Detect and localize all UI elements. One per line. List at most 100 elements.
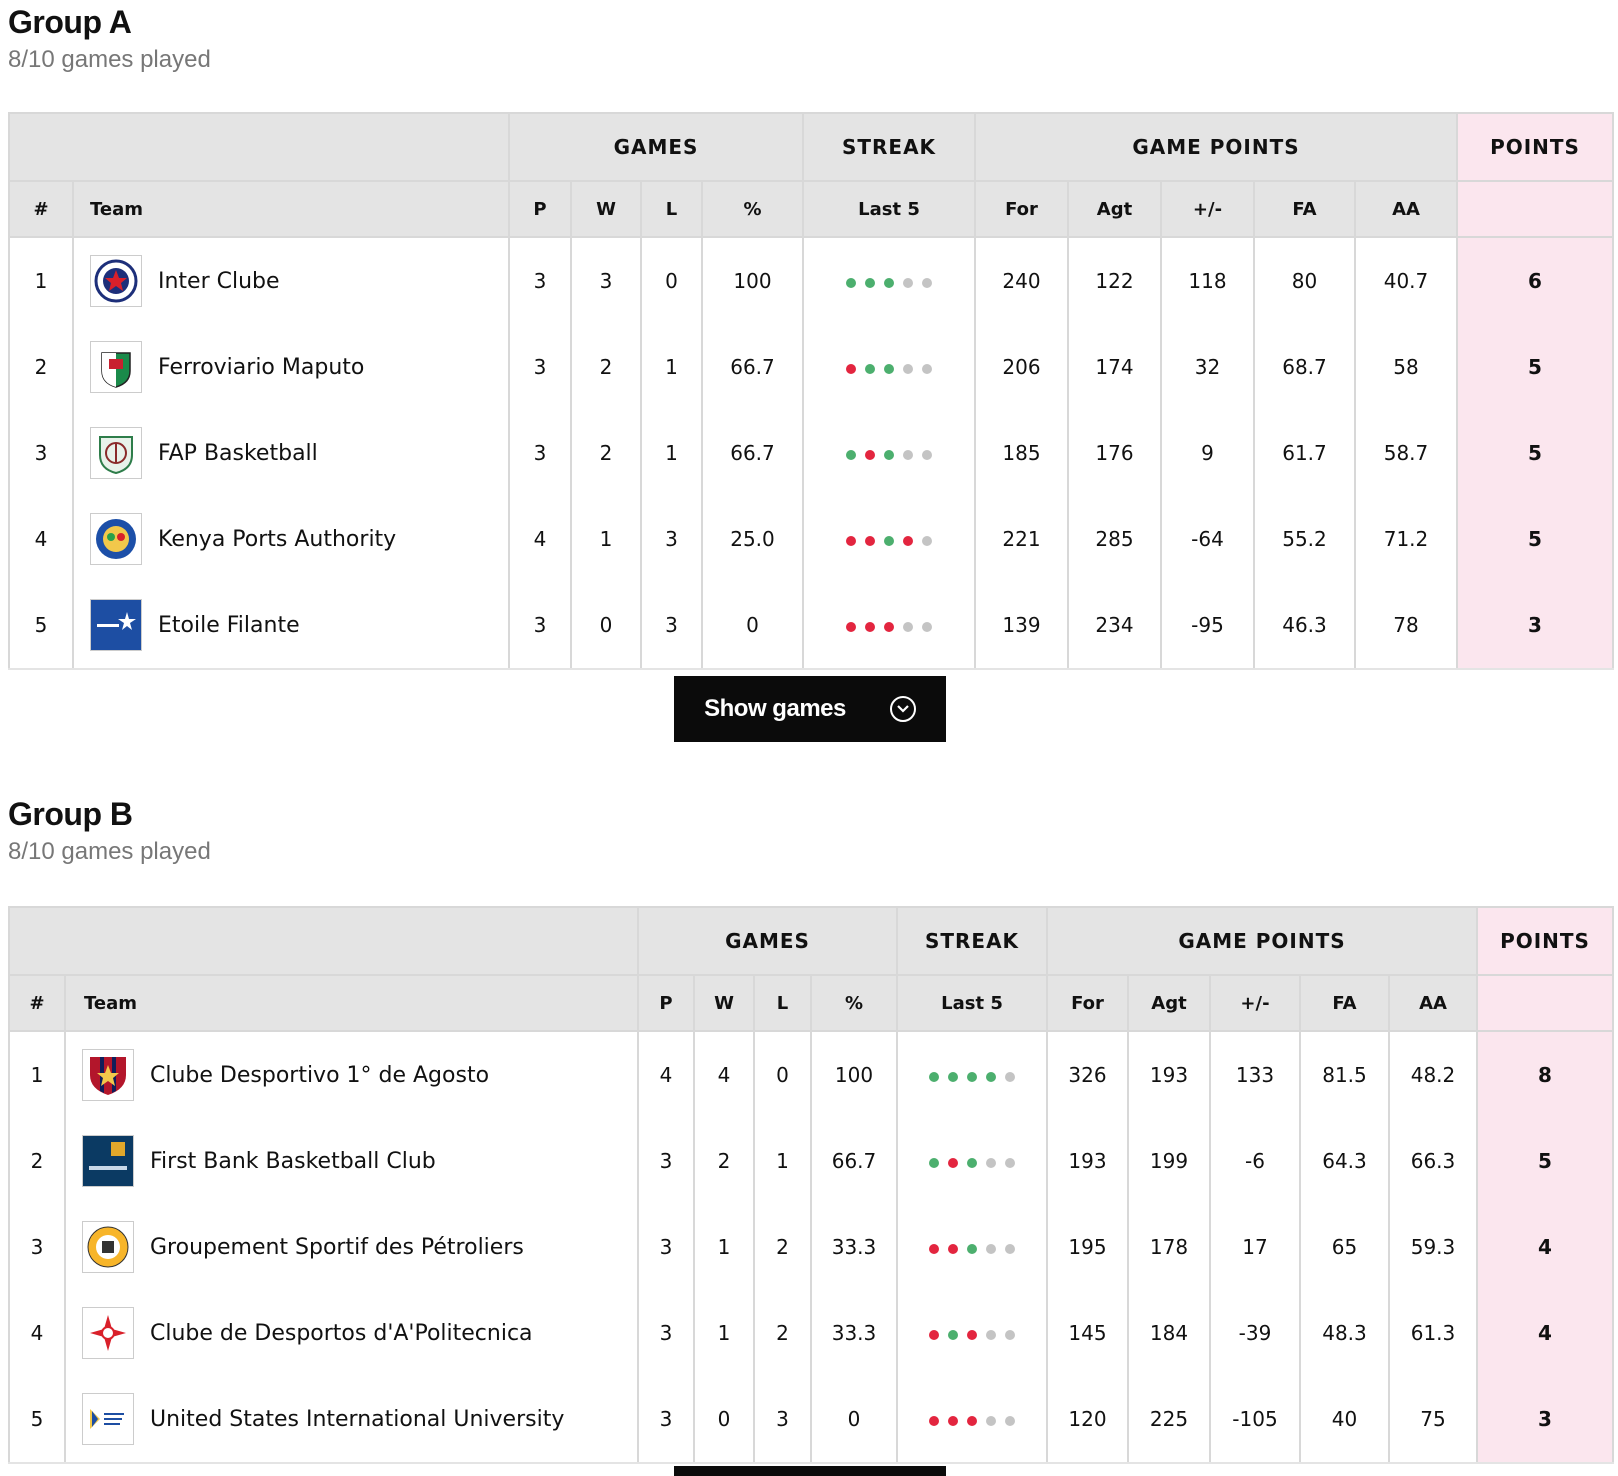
- team-info[interactable]: Clube de Desportos d'A'Politecnica: [66, 1307, 637, 1359]
- aa-cell: 59.3: [1387, 1204, 1479, 1290]
- rank-cell: 3: [8, 1204, 66, 1290]
- win-dot: [884, 450, 894, 460]
- team-cell[interactable]: Inter Clube: [72, 237, 510, 324]
- usiu-logo: [82, 1393, 134, 1445]
- win-dot: [929, 1158, 939, 1168]
- loss-dot: [967, 1330, 977, 1340]
- team-cell[interactable]: Clube Desportivo 1° de Agosto: [64, 1031, 639, 1118]
- fa-cell: 46.3: [1253, 582, 1356, 670]
- agt-cell: 174: [1067, 324, 1162, 410]
- team-info[interactable]: Ferroviario Maputo: [74, 341, 508, 393]
- loss-dot: [929, 1244, 939, 1254]
- loss-dot: [948, 1416, 958, 1426]
- team-name[interactable]: First Bank Basketball Club: [150, 1149, 436, 1174]
- team-info[interactable]: FAP Basketball: [74, 427, 508, 479]
- for-cell: 185: [974, 410, 1069, 496]
- team-cell[interactable]: FAP Basketball: [72, 410, 510, 496]
- against-column-header: Agt: [1127, 974, 1211, 1032]
- etoile-filante-logo: [90, 599, 142, 651]
- show-games-button-partial[interactable]: [674, 1466, 946, 1476]
- team-name[interactable]: FAP Basketball: [158, 441, 318, 466]
- team-info[interactable]: Groupement Sportif des Pétroliers: [66, 1221, 637, 1273]
- lost-column-header: L: [640, 180, 703, 238]
- points-column-header: [1456, 180, 1615, 238]
- last5-cell: [896, 1118, 1048, 1204]
- last5-column-header: Last 5: [802, 180, 976, 238]
- loss-dot: [929, 1330, 939, 1340]
- team-info[interactable]: First Bank Basketball Club: [66, 1135, 637, 1187]
- loss-dot: [865, 450, 875, 460]
- played-column-header: P: [637, 974, 695, 1032]
- team-info[interactable]: United States International University: [66, 1393, 637, 1445]
- empty-dot: [1005, 1158, 1015, 1168]
- gs-petroliers-logo: [82, 1221, 134, 1273]
- table-row: 2 Ferroviario Maputo 3 2 1 66.7 206 174 32 68.7 58…: [8, 324, 1615, 410]
- streak-dots: [929, 1158, 1015, 1168]
- fap-basketball-logo: [90, 427, 142, 479]
- l-cell: 0: [640, 237, 703, 324]
- group-a-subtitle: 8/10 games played: [8, 46, 211, 73]
- team-name[interactable]: Clube Desportivo 1° de Agosto: [150, 1063, 489, 1088]
- diff-cell: -64: [1160, 496, 1255, 582]
- team-cell[interactable]: Groupement Sportif des Pétroliers: [64, 1204, 639, 1290]
- for-cell: 193: [1046, 1118, 1129, 1204]
- diff-cell: -39: [1209, 1290, 1301, 1376]
- loss-dot: [846, 364, 856, 374]
- team-column-header: Team: [64, 974, 639, 1032]
- pct-cell: 100: [810, 1031, 898, 1118]
- fa-cell: 64.3: [1299, 1118, 1390, 1204]
- team-name[interactable]: Clube de Desportos d'A'Politecnica: [150, 1321, 533, 1346]
- pct-cell: 100: [701, 237, 804, 324]
- rank-cell: 3: [8, 410, 74, 496]
- p-cell: 4: [508, 496, 572, 582]
- agt-cell: 225: [1127, 1376, 1211, 1464]
- games-header: GAMES: [637, 906, 898, 976]
- lost-column-header: L: [753, 974, 812, 1032]
- team-cell[interactable]: Clube de Desportos d'A'Politecnica: [64, 1290, 639, 1376]
- last5-cell: [896, 1204, 1048, 1290]
- team-info[interactable]: Inter Clube: [74, 255, 508, 307]
- team-cell[interactable]: Kenya Ports Authority: [72, 496, 510, 582]
- empty-dot: [1005, 1330, 1015, 1340]
- team-name[interactable]: Kenya Ports Authority: [158, 527, 396, 552]
- team-info[interactable]: Kenya Ports Authority: [74, 513, 508, 565]
- first-bank-logo: [82, 1135, 134, 1187]
- team-name[interactable]: Inter Clube: [158, 269, 280, 294]
- team-info[interactable]: Etoile Filante: [74, 599, 508, 651]
- last5-cell: [896, 1376, 1048, 1464]
- points-cell: 3: [1456, 582, 1615, 670]
- group-a-standings-table: GAMES STREAK GAME POINTS POINTS # Team P…: [8, 112, 1615, 670]
- w-cell: 1: [693, 1204, 755, 1290]
- team-cell[interactable]: Etoile Filante: [72, 582, 510, 670]
- agt-cell: 285: [1067, 496, 1162, 582]
- show-games-button[interactable]: Show games: [674, 676, 946, 742]
- w-cell: 1: [570, 496, 642, 582]
- loss-dot: [948, 1158, 958, 1168]
- streak-dots: [846, 622, 932, 632]
- team-info[interactable]: Clube Desportivo 1° de Agosto: [66, 1049, 637, 1101]
- win-dot: [929, 1072, 939, 1082]
- diff-column-header: +/-: [1160, 180, 1255, 238]
- p-cell: 3: [637, 1376, 695, 1464]
- team-name[interactable]: Ferroviario Maputo: [158, 355, 364, 380]
- team-name[interactable]: United States International University: [150, 1407, 564, 1432]
- aa-cell: 66.3: [1387, 1118, 1479, 1204]
- team-name[interactable]: Groupement Sportif des Pétroliers: [150, 1235, 524, 1260]
- pct-cell: 25.0: [701, 496, 804, 582]
- last5-column-header: Last 5: [896, 974, 1048, 1032]
- diff-cell: -105: [1209, 1376, 1301, 1464]
- chevron-down-icon: [889, 696, 916, 722]
- points-cell: 6: [1456, 237, 1615, 324]
- empty-dot: [903, 450, 913, 460]
- agt-cell: 193: [1127, 1031, 1211, 1118]
- team-cell[interactable]: Ferroviario Maputo: [72, 324, 510, 410]
- team-name[interactable]: Etoile Filante: [158, 613, 300, 638]
- aa-cell: 61.3: [1387, 1290, 1479, 1376]
- for-cell: 240: [974, 237, 1069, 324]
- diff-cell: 9: [1160, 410, 1255, 496]
- team-cell[interactable]: First Bank Basketball Club: [64, 1118, 639, 1204]
- points-cell: 4: [1476, 1204, 1615, 1290]
- team-cell[interactable]: United States International University: [64, 1376, 639, 1464]
- loss-dot: [865, 622, 875, 632]
- inter-clube-logo: [90, 255, 142, 307]
